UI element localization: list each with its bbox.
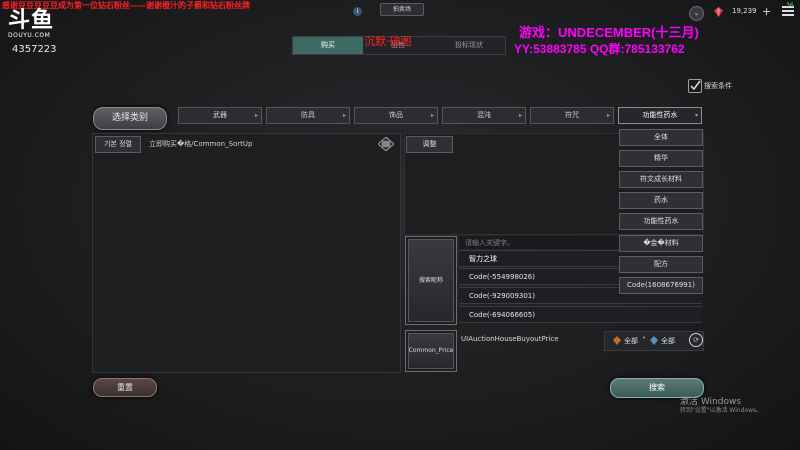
chevron-right-icon: ▸	[606, 112, 610, 119]
douyu-logo: 斗鱼 DOUYU.COM	[8, 9, 58, 43]
dropdown-item-code[interactable]: Code(1608676991)	[619, 277, 703, 294]
chevron-right-icon: ▸	[342, 112, 346, 119]
stream-red-overlay: 沉默·破图	[364, 35, 412, 48]
grade-gem-icon	[613, 336, 621, 345]
search-result-item[interactable]: Code(-694066605)	[459, 306, 702, 323]
search-name-button[interactable]: 搜索昵称	[405, 236, 457, 325]
info-icon[interactable]: i	[353, 7, 362, 16]
category-chaos[interactable]: 混沌 ▸	[442, 107, 526, 124]
dropdown-item-rune-material[interactable]: 符文成长材料	[619, 171, 703, 188]
range-dot-icon: •	[642, 334, 647, 342]
category-label: 防具	[301, 111, 315, 119]
checkbox-icon	[688, 79, 702, 93]
price-filter-button[interactable]: Common_Price	[405, 330, 457, 372]
sort-field-label: 立即购买�格/Common_SortUp	[149, 140, 253, 148]
category-label: 功能性药水	[642, 111, 678, 119]
ping-readout: 36	[786, 2, 794, 9]
category-armor[interactable]: 防具 ▸	[266, 107, 350, 124]
auction-house-title: 拍卖场	[380, 3, 424, 16]
results-list-panel	[92, 133, 401, 373]
category-functional-potion[interactable]: 功能性药水 ▾	[618, 107, 702, 124]
dropdown-item-functional-potion[interactable]: 功能性药水	[619, 213, 703, 230]
search-input[interactable]	[459, 236, 631, 249]
dropdown-item-potion[interactable]: 药水	[619, 192, 703, 209]
sort-order-icon[interactable]	[378, 137, 394, 151]
dropdown-item-material[interactable]: �金�材料	[619, 235, 703, 252]
category-weapon[interactable]: 武器 ▸	[178, 107, 262, 124]
stream-contact: YY:53883785 QQ群:785133762	[514, 42, 685, 56]
gem-icon	[714, 7, 723, 17]
windows-activate-hint: 转到"设置"以激活 Windows。	[680, 407, 763, 414]
dropdown-item-recipe[interactable]: 配方	[619, 256, 703, 273]
dropdown-item-essence[interactable]: 精华	[619, 150, 703, 167]
reset-button[interactable]: 重置	[93, 378, 157, 397]
chevron-right-icon: ▸	[430, 112, 434, 119]
dropdown-item-all[interactable]: 全体	[619, 129, 703, 146]
category-label: 饰品	[389, 111, 403, 119]
add-currency-button[interactable]: +	[762, 5, 771, 18]
adjust-button[interactable]: 调整	[406, 136, 453, 153]
tab-bid-status[interactable]: 投标现状	[433, 37, 505, 54]
select-category-button[interactable]: 选择类别	[93, 107, 167, 130]
refresh-icon[interactable]: ⟳	[689, 333, 703, 347]
grade-max-label: 全部	[661, 337, 675, 345]
grade-min-label: 全部	[624, 337, 638, 345]
category-label: 武器	[213, 111, 227, 119]
logo-subtext: DOUYU.COM	[8, 32, 51, 39]
stream-game-title: 游戏：UNDECEMBER(十三月)	[519, 25, 699, 40]
category-charm[interactable]: 符咒 ▸	[530, 107, 614, 124]
default-sort-button[interactable]: 기본 정렬	[95, 136, 141, 153]
chevron-right-icon: ▸	[254, 112, 258, 119]
chevron-down-icon: ▾	[694, 112, 698, 119]
buyout-price-label: UIAuctionHouseBuyoutPrice	[461, 335, 559, 343]
logo-glyph: 斗鱼	[8, 8, 55, 33]
search-conditions-label: 搜索条件	[704, 82, 732, 90]
tab-buy[interactable]: 购买	[293, 37, 363, 54]
grade-gem-icon	[650, 336, 658, 345]
download-icon[interactable]: ⌄	[689, 6, 704, 21]
chevron-right-icon: ▸	[518, 112, 522, 119]
category-label: 混沌	[477, 111, 491, 119]
category-accessory[interactable]: 饰品 ▸	[354, 107, 438, 124]
currency-amount: 19,239	[732, 7, 757, 15]
room-id: 4357223	[12, 44, 57, 55]
category-label: 符咒	[565, 111, 579, 119]
search-conditions-toggle[interactable]: 搜索条件	[688, 78, 740, 94]
